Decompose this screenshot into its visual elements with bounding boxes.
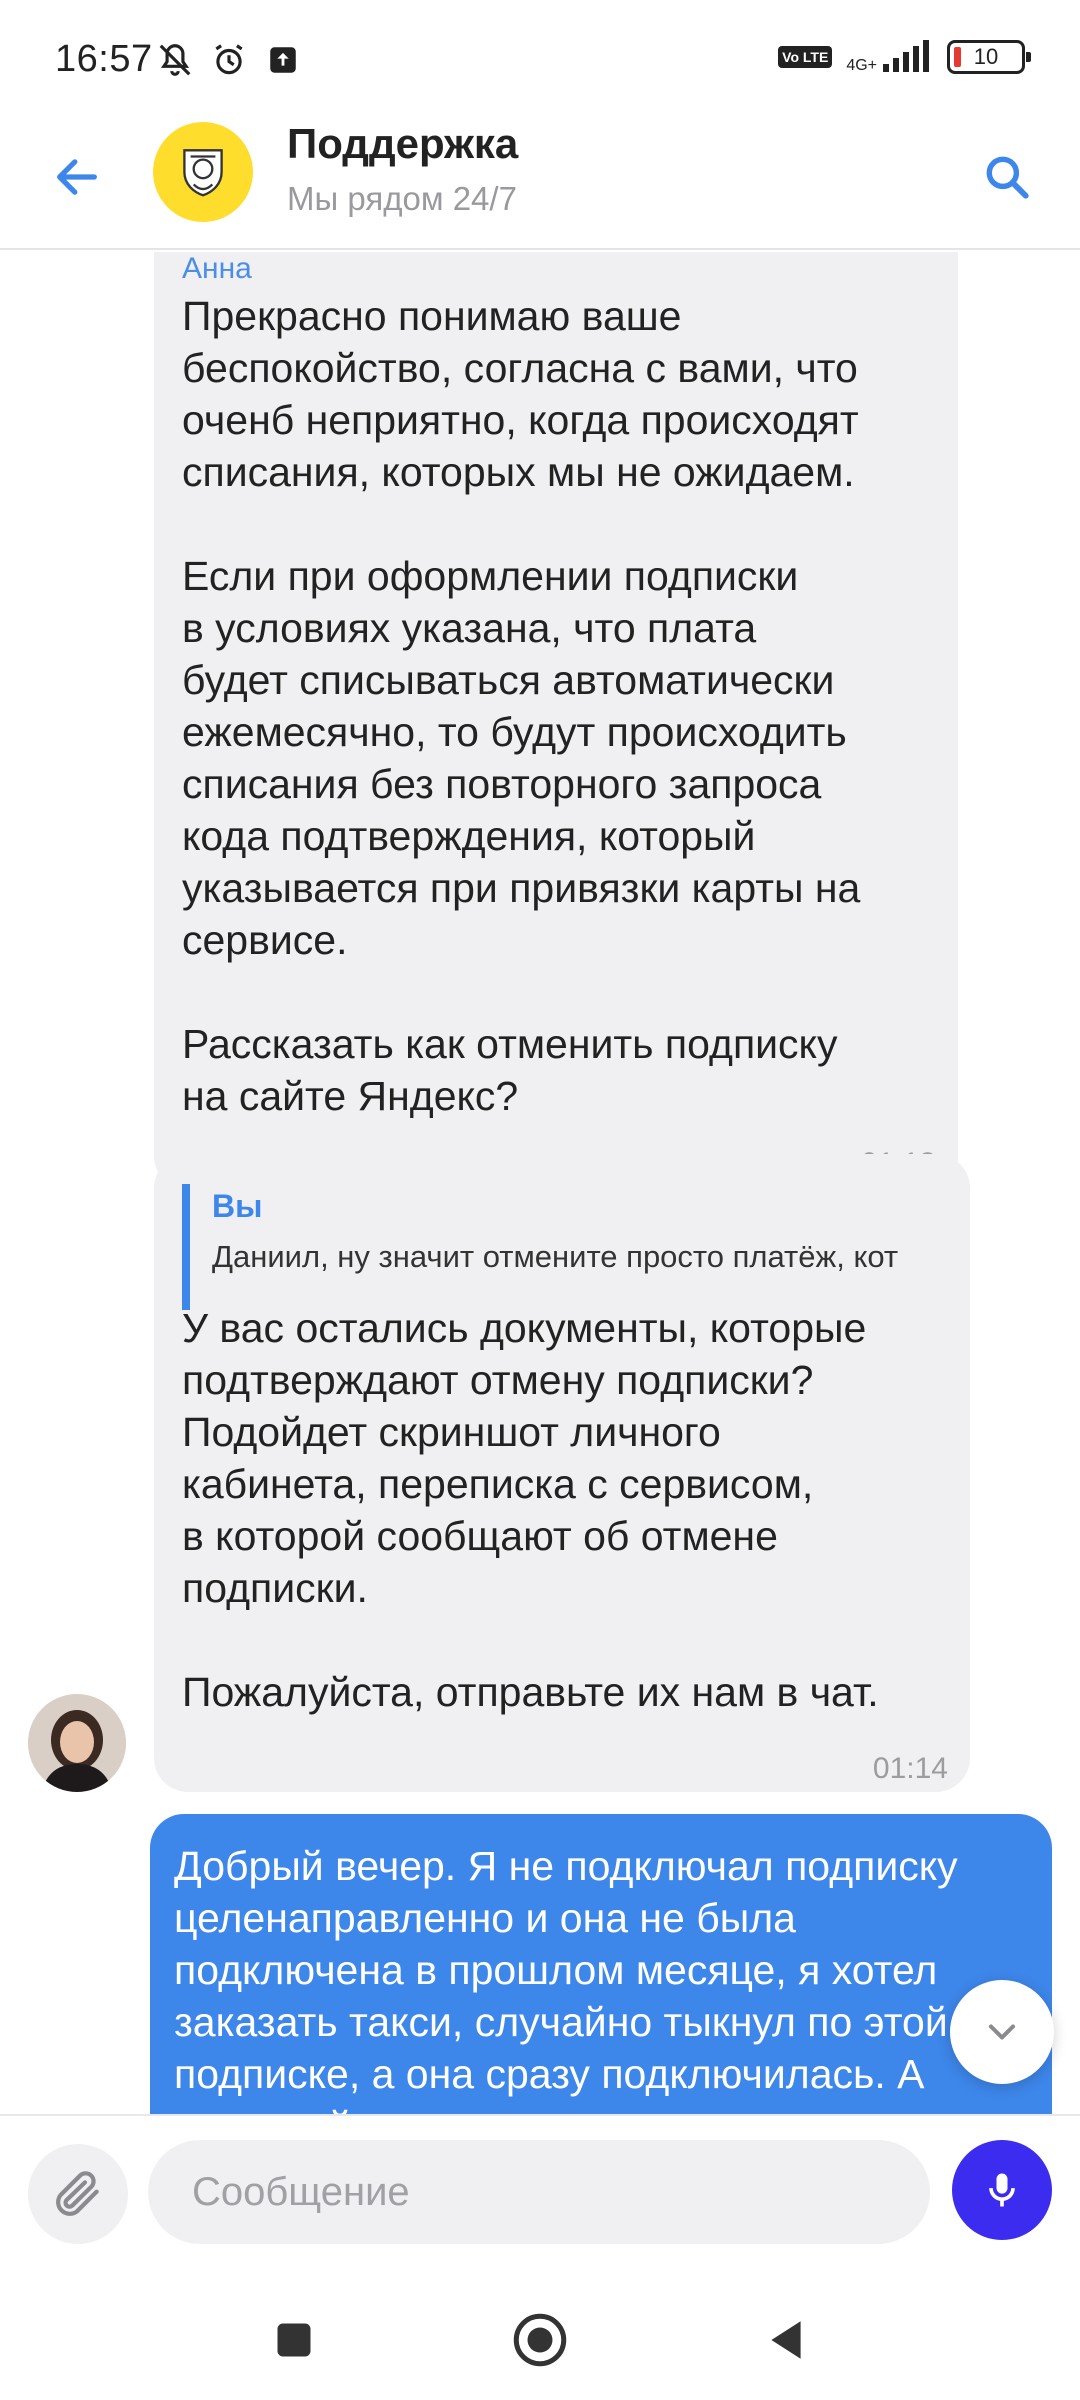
microphone-icon [989, 2173, 1015, 2207]
volte-badge: Vo LTE [778, 46, 833, 68]
recent-apps-button[interactable] [254, 2300, 334, 2380]
network-type: 4G+ [846, 57, 877, 74]
bank-emblem-icon [183, 149, 223, 197]
attach-button[interactable] [28, 2144, 128, 2244]
composer [0, 2114, 1080, 2274]
agent-avatar[interactable] [28, 1694, 126, 1792]
reply-quote[interactable]: Вы Даниил, ну значит отмените просто пла… [182, 1184, 942, 1310]
battery-level: 10 [973, 44, 999, 69]
incoming-message[interactable]: Анна Прекрасно понимаю ваше беспокойство… [154, 252, 958, 1190]
bell-off-icon [155, 40, 195, 80]
message-time: 01:14 [872, 1752, 948, 1785]
search-button[interactable] [972, 142, 1042, 212]
message-text: Добрый вечер. Я не подключал подписку це… [174, 1843, 958, 2114]
arrow-left-icon [57, 159, 97, 195]
square-icon [277, 2323, 311, 2357]
upload-icon [263, 40, 303, 80]
status-time: 16:57 [55, 38, 153, 80]
signal-icon: 4G+ [846, 40, 933, 74]
support-avatar[interactable] [153, 122, 253, 222]
message-list[interactable]: Анна Прекрасно понимаю ваше беспокойство… [0, 252, 1080, 2114]
home-circle-icon [513, 2313, 567, 2367]
chevron-down-icon [988, 2024, 1016, 2040]
triangle-back-icon [771, 2321, 801, 2359]
outgoing-message[interactable]: Добрый вечер. Я не подключал подписку це… [150, 1814, 1052, 2114]
back-button[interactable] [45, 145, 109, 209]
status-bar: 16:57 Vo LTE 4G+ 10 [0, 0, 1080, 120]
message-text: Прекрасно понимаю ваше беспокойство, сог… [182, 293, 861, 1119]
paperclip-icon [56, 2171, 99, 2216]
battery-icon: 10 [947, 40, 1031, 74]
status-icons-right: Vo LTE 4G+ 10 [778, 40, 1031, 74]
microphone-button[interactable] [952, 2140, 1052, 2240]
chat-header: Поддержка Мы рядом 24/7 [0, 120, 1080, 250]
scroll-down-button[interactable] [950, 1980, 1054, 2084]
chat-subtitle: Мы рядом 24/7 [287, 180, 517, 217]
message-sender: Анна [182, 252, 252, 285]
back-nav-button[interactable] [746, 2300, 826, 2380]
home-button[interactable] [500, 2300, 580, 2380]
system-navigation-bar [0, 2274, 1080, 2400]
status-icons-left [155, 40, 303, 80]
message-input[interactable] [148, 2140, 930, 2244]
search-icon [986, 156, 1029, 199]
quote-text: Даниил, ну значит отмените просто платёж… [212, 1239, 899, 1274]
alarm-icon [209, 40, 249, 80]
incoming-message[interactable]: Вы Даниил, ну значит отмените просто пла… [154, 1154, 970, 1792]
chat-title: Поддержка [287, 120, 519, 167]
message-text: У вас остались документы, которые подтве… [182, 1305, 879, 1715]
quote-sender: Вы [212, 1188, 263, 1224]
agent-photo [28, 1694, 126, 1792]
